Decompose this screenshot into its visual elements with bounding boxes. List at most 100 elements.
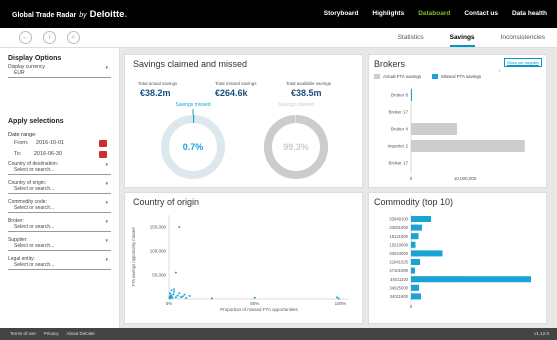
country-panel: Country of origin 50,000 100,000 150,000 0%… [124, 192, 363, 324]
scatter-point[interactable] [180, 296, 182, 299]
scatter-point[interactable] [188, 294, 191, 297]
nav-data-health[interactable]: Data health [512, 10, 547, 17]
nav-storyboard[interactable]: Storyboard [324, 10, 359, 17]
date-from-row[interactable]: From: 2016-10-01 [8, 140, 111, 147]
scatter-point[interactable] [178, 292, 181, 295]
scatter-point[interactable] [176, 294, 179, 297]
scatter-point[interactable] [170, 289, 173, 292]
scatter-point[interactable] [181, 295, 184, 298]
bar-actual[interactable] [411, 140, 525, 152]
filter-legal-entity[interactable]: Legal entity: Select or search... ▾ [8, 256, 111, 270]
bar-actual[interactable] [411, 157, 412, 169]
x-tick-label: 0 [410, 304, 413, 309]
date-to-row[interactable]: To: 2016-06-30 [8, 151, 111, 158]
view-tabs: Statistics Savings Inconsistencies [398, 34, 545, 47]
nav-databoard[interactable]: Databoard [418, 10, 450, 17]
bar-missed[interactable] [411, 284, 419, 291]
brokers-panel: Brokers Show per supplier Actual FTA sav… [368, 54, 547, 188]
legend-missed-swatch [432, 74, 439, 79]
scatter-point[interactable] [172, 293, 175, 296]
scatter-point[interactable] [168, 292, 171, 295]
category-label: 34025000 [389, 285, 408, 290]
scroll-up-icon[interactable]: ↕ [498, 68, 501, 74]
filter-country-of-destination[interactable]: Country of destination: Select or search.… [8, 161, 111, 175]
filter-placeholder: Select or search... [14, 262, 55, 268]
filter-placeholder: Select or search... [14, 243, 55, 249]
nav-highlights[interactable]: Highlights [372, 10, 404, 17]
chevron-down-icon: ▾ [105, 181, 108, 187]
filter-commodity-code[interactable]: Commodity code: Select or search... ▾ [8, 199, 111, 213]
scatter-point[interactable] [253, 296, 256, 299]
bar-missed[interactable] [411, 89, 412, 101]
show-per-supplier-link[interactable]: Show per supplier [503, 58, 542, 67]
chevron-down-icon: ▾ [105, 257, 108, 263]
filter-placeholder: Select or search... [14, 224, 55, 230]
app-title: Global Trade Radar [12, 12, 77, 19]
deloitte-logo: Deloitte [89, 9, 125, 20]
scatter-point[interactable] [178, 226, 181, 228]
bar-missed[interactable] [411, 293, 421, 300]
kpi-actual-label: Total actual savings [138, 81, 178, 86]
filter-supplier[interactable]: Supplier: Select or search... ▾ [8, 237, 111, 251]
filter-broker[interactable]: Broker: Select or search... ▾ [8, 218, 111, 232]
footer: Terms of use Privacy About Deloitte v1.12.… [0, 328, 557, 340]
category-label: Broker 17 [388, 110, 408, 115]
chevron-down-icon: ▾ [105, 238, 108, 244]
footer-link-about-deloitte[interactable]: About Deloitte [67, 331, 95, 336]
bar-actual[interactable] [411, 106, 412, 118]
back-icon[interactable]: ← [19, 31, 32, 44]
filter-placeholder: Select or search... [14, 205, 55, 211]
calendar-icon[interactable] [99, 151, 107, 158]
kpi-available-label: Total available savings [286, 81, 332, 86]
bar-missed[interactable] [411, 216, 431, 222]
filter-country-of-origin[interactable]: Country of origin: Select or search... ▾ [8, 180, 111, 194]
kpi-available-value: €38.5m [291, 88, 322, 98]
bar-missed[interactable] [411, 233, 419, 240]
bar-missed[interactable] [411, 267, 415, 274]
country-title: Country of origin [133, 197, 200, 207]
tab-savings[interactable]: Savings [449, 34, 475, 47]
nav-contact-us[interactable]: Contact us [464, 10, 498, 17]
footer-link-terms-of-use[interactable]: Terms of use [10, 331, 36, 336]
bar-missed[interactable] [411, 276, 531, 283]
scatter-point[interactable] [173, 290, 176, 293]
filter-list: Country of destination: Select or search.… [8, 161, 111, 270]
scatter-point[interactable] [174, 296, 177, 299]
x-tick-label: 100% [335, 301, 347, 306]
scatter-point[interactable] [336, 296, 338, 299]
x-tick-label: 0% [166, 301, 173, 306]
apply-selections-title: Apply selections [8, 118, 64, 125]
scatter-point[interactable] [171, 296, 174, 299]
app-brand[interactable]: Global Trade Radar by Deloitte. [12, 9, 127, 20]
category-label: 15121900 [389, 234, 408, 239]
bar-missed[interactable] [411, 241, 416, 248]
info-icon[interactable]: i [43, 31, 56, 44]
scatter-point[interactable] [173, 288, 176, 291]
scatter-point[interactable] [174, 271, 177, 274]
currency-select[interactable]: Display currency EUR ▾ [8, 64, 111, 78]
bar-missed[interactable] [411, 250, 443, 257]
bar-missed[interactable] [411, 224, 422, 231]
bar-actual[interactable] [411, 123, 458, 135]
scatter-point[interactable] [185, 297, 188, 300]
scatter-point[interactable] [210, 297, 213, 300]
category-label: 34011100 [390, 277, 409, 282]
scatter-point[interactable] [337, 297, 340, 300]
from-date-value: 2016-10-01 [35, 140, 65, 146]
scatter-point[interactable] [183, 293, 186, 296]
savings-donuts: Savings missed 0.7% Savings claimed 99.3% [161, 102, 328, 179]
date-range-label: Date range: [8, 132, 37, 138]
kpi-actual-value: €38.2m [140, 88, 171, 98]
to-label: To: [14, 151, 22, 157]
footer-links: Terms of use Privacy About Deloitte [10, 331, 95, 336]
kpi-missed-value: €264.6k [215, 88, 248, 98]
footer-link-privacy[interactable]: Privacy [44, 331, 59, 336]
search-icon[interactable]: ⌕ [67, 31, 80, 44]
tab-statistics[interactable]: Statistics [398, 34, 424, 47]
calendar-icon[interactable] [99, 140, 107, 147]
tab-inconsistencies[interactable]: Inconsistencies [501, 34, 545, 47]
kpi-missed-label: Total missed savings [215, 81, 257, 86]
y-tick-label: 100,000 [150, 249, 167, 254]
sub-toolbar: ← i ⌕ Statistics Savings Inconsistencies [0, 28, 557, 48]
bar-missed[interactable] [411, 259, 420, 265]
